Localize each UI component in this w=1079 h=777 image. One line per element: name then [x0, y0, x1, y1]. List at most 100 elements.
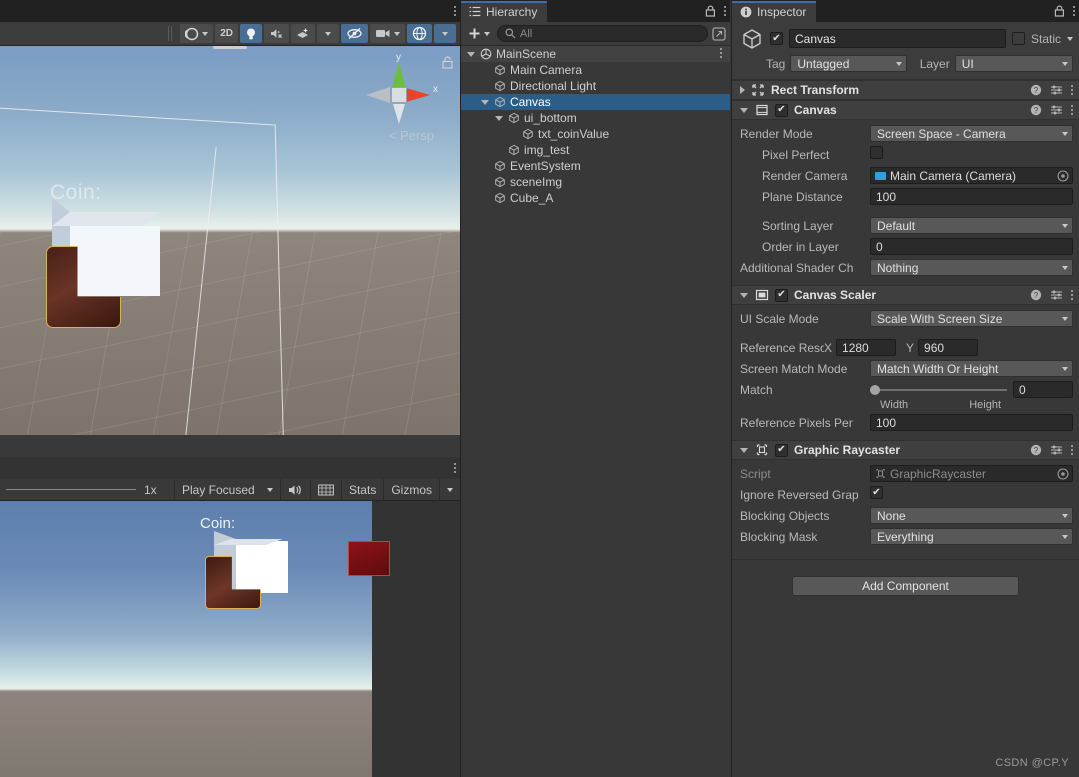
expand-triangle-icon[interactable] — [467, 51, 475, 57]
stats-button[interactable]: Stats — [340, 478, 383, 501]
preset-icon[interactable] — [1050, 84, 1063, 96]
property-dropdown[interactable]: Scale With Screen Size — [870, 310, 1073, 327]
hierarchy-search-input[interactable]: All — [497, 25, 708, 42]
preset-icon[interactable] — [1050, 104, 1063, 116]
hierarchy-item-img-test[interactable]: img_test — [461, 142, 730, 158]
component-enabled-checkbox[interactable] — [775, 288, 788, 302]
property-object-field[interactable]: Main Camera (Camera) — [870, 167, 1073, 184]
component-expand-triangle-icon[interactable] — [740, 86, 745, 94]
scene-lock-icon[interactable] — [442, 56, 453, 69]
component-kebab-icon[interactable] — [1071, 105, 1073, 115]
gameobject-name-input[interactable]: Canvas — [789, 29, 1006, 48]
component-header-rect-transform[interactable]: Rect Transform? — [732, 80, 1079, 100]
hierarchy-item-txt-coinvalue[interactable]: txt_coinValue — [461, 126, 730, 142]
property-checkbox[interactable] — [870, 146, 883, 159]
create-object-button[interactable] — [465, 27, 493, 40]
camera-settings-button[interactable] — [370, 24, 405, 43]
hidden-objects-toggle-button[interactable] — [341, 24, 368, 43]
audio-toggle-button[interactable] — [264, 24, 289, 43]
gizmos-dropdown[interactable] — [439, 478, 460, 501]
component-collapse-triangle-icon[interactable] — [740, 292, 748, 298]
hierarchy-item-ui-bottom[interactable]: ui_bottom — [461, 110, 730, 126]
static-checkbox[interactable] — [1011, 32, 1025, 45]
match-slider-track[interactable] — [870, 384, 1007, 395]
help-icon[interactable]: ? — [1030, 444, 1042, 456]
component-header-canvas[interactable]: Canvas? — [732, 100, 1079, 120]
hierarchy-item-sceneimg[interactable]: sceneImg — [461, 174, 730, 190]
hierarchy-item-cube-a[interactable]: Cube_A — [461, 190, 730, 206]
inspector-kebab-icon[interactable] — [1073, 6, 1075, 16]
hierarchy-expand-icon[interactable] — [712, 26, 726, 41]
preset-icon[interactable] — [1050, 444, 1063, 456]
layer-dropdown[interactable]: UI — [954, 55, 1073, 72]
scene-drag-handle[interactable] — [213, 46, 247, 49]
help-icon[interactable]: ? — [1030, 104, 1042, 116]
property-dropdown[interactable]: Screen Space - Camera — [870, 125, 1073, 142]
component-enabled-checkbox[interactable] — [775, 443, 788, 457]
gizmos-dropdown-button[interactable] — [434, 24, 456, 43]
hierarchy-item-main-camera[interactable]: Main Camera — [461, 62, 730, 78]
static-dropdown-icon[interactable] — [1067, 36, 1073, 41]
component-header-graphic-raycaster[interactable]: Graphic Raycaster? — [732, 440, 1079, 460]
property-dropdown[interactable]: Nothing — [870, 259, 1073, 276]
hierarchy-item-canvas[interactable]: Canvas — [461, 94, 730, 110]
help-icon[interactable]: ? — [1030, 84, 1042, 96]
property-dropdown[interactable]: Everything — [870, 528, 1073, 545]
tab-inspector[interactable]: Inspector — [732, 1, 817, 22]
match-value-input[interactable]: 0 — [1013, 381, 1073, 398]
toolbar-grip[interactable] — [168, 26, 175, 41]
mute-audio-button[interactable] — [279, 478, 310, 501]
shading-mode-button[interactable] — [180, 24, 214, 43]
game-viewport[interactable]: Coin: — [0, 501, 460, 777]
game-kebab-icon[interactable] — [454, 463, 456, 473]
fx-toggle-button[interactable] — [291, 24, 315, 43]
property-dropdown[interactable]: None — [870, 507, 1073, 524]
property-input[interactable]: 100 — [870, 188, 1073, 205]
match-slider-knob[interactable] — [870, 384, 880, 395]
help-icon[interactable]: ? — [1030, 289, 1042, 301]
gameobject-icon[interactable] — [740, 27, 764, 51]
scene-viewport[interactable]: Coin: y x < Persp — [0, 46, 460, 435]
property-input[interactable]: 100 — [870, 414, 1073, 431]
gizmos-toggle-button[interactable] — [407, 24, 432, 43]
expand-triangle-icon[interactable] — [481, 99, 489, 105]
add-component-button[interactable]: Add Component — [792, 576, 1019, 596]
scene-orientation-gizmo[interactable]: y x — [366, 52, 438, 126]
reference-resolution-x-input[interactable]: 1280 — [836, 339, 897, 356]
hierarchy-item-eventsystem[interactable]: EventSystem — [461, 158, 730, 174]
component-header-canvas-scaler[interactable]: Canvas Scaler? — [732, 285, 1079, 305]
scene-cube-object[interactable] — [70, 226, 160, 296]
stats-grid-button[interactable] — [309, 478, 341, 501]
perspective-label[interactable]: < Persp — [389, 128, 434, 143]
fx-dropdown-button[interactable] — [317, 24, 339, 43]
expand-triangle-icon[interactable] — [495, 115, 503, 121]
property-object-field[interactable]: GraphicRaycaster — [870, 465, 1073, 482]
hierarchy-item-mainscene[interactable]: MainScene — [461, 46, 730, 62]
component-collapse-triangle-icon[interactable] — [740, 447, 748, 453]
property-checkbox[interactable] — [870, 486, 883, 499]
object-picker-icon[interactable] — [1057, 169, 1069, 182]
component-collapse-triangle-icon[interactable] — [740, 107, 748, 113]
play-mode-dropdown[interactable]: Play Focused — [173, 478, 280, 501]
component-enabled-checkbox[interactable] — [775, 103, 788, 117]
tab-hierarchy[interactable]: Hierarchy — [461, 1, 548, 22]
property-dropdown[interactable]: Default — [870, 217, 1073, 234]
component-kebab-icon[interactable] — [1071, 85, 1073, 95]
inspector-lock-icon[interactable] — [1054, 5, 1065, 17]
game-zoom-slider[interactable]: 1x — [0, 483, 174, 497]
tag-dropdown[interactable]: Untagged — [790, 55, 907, 72]
2d-toggle-button[interactable]: 2D — [215, 24, 238, 43]
hierarchy-kebab-icon[interactable] — [724, 6, 726, 16]
component-kebab-icon[interactable] — [1071, 445, 1073, 455]
scene-kebab-icon[interactable] — [454, 6, 456, 16]
gizmos-button[interactable]: Gizmos — [383, 478, 439, 501]
object-picker-icon[interactable] — [1057, 467, 1069, 480]
preset-icon[interactable] — [1050, 289, 1063, 301]
hierarchy-lock-icon[interactable] — [705, 5, 716, 17]
hierarchy-item-directional-light[interactable]: Directional Light — [461, 78, 730, 94]
scene-row-kebab-icon[interactable] — [720, 48, 722, 58]
reference-resolution-y-input[interactable]: 960 — [918, 339, 979, 356]
component-kebab-icon[interactable] — [1071, 290, 1073, 300]
gameobject-enabled-checkbox[interactable] — [770, 32, 783, 45]
property-input[interactable]: 0 — [870, 238, 1073, 255]
